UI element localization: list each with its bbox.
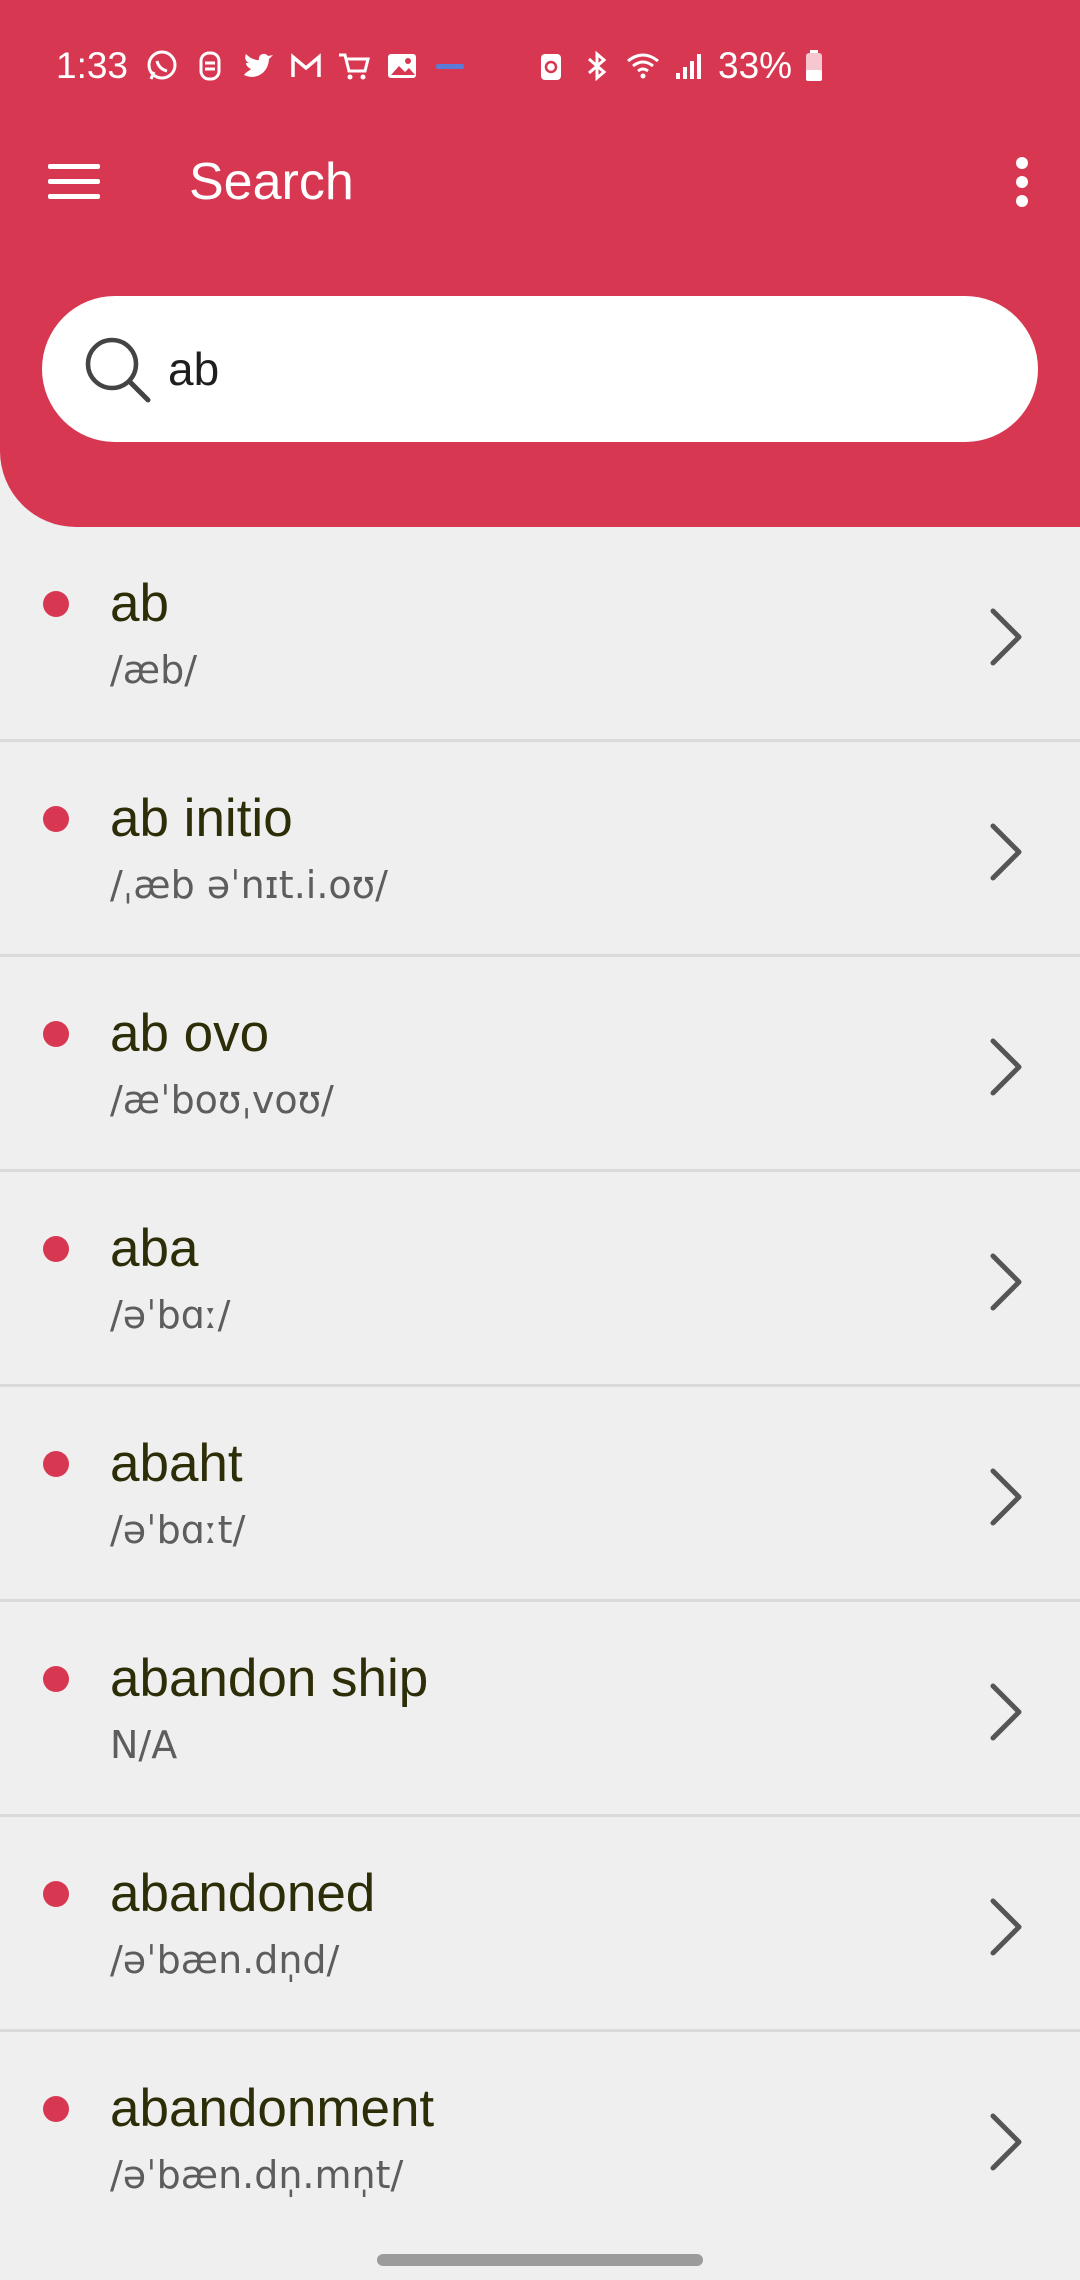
twitter-icon <box>244 53 273 77</box>
bullet-dot-icon <box>43 1666 69 1692</box>
bullet-dot-icon <box>43 1451 69 1477</box>
result-row[interactable]: ab initio/ˌæb əˈnɪt.i.oʊ/ <box>0 742 1080 957</box>
shopping-cart-icon <box>339 53 370 80</box>
result-row[interactable]: abandonment/əˈbæn.dn̩.mn̩t/ <box>0 2032 1080 2247</box>
gallery-icon <box>388 54 416 78</box>
chevron-right-icon <box>990 2113 1022 2171</box>
result-pronunciation: /əˈbæn.dn̩.mn̩t/ <box>110 2153 404 2197</box>
notification-icons <box>145 46 467 86</box>
bullet-dot-icon <box>43 591 69 617</box>
chevron-right-icon <box>990 1038 1022 1096</box>
result-row[interactable]: abandon ship N/A <box>0 1602 1080 1817</box>
status-time: 1:33 <box>56 45 129 86</box>
status-bar: 1:33 33% <box>0 0 1080 130</box>
battery-icon <box>806 50 823 81</box>
chevron-right-icon <box>990 608 1022 666</box>
results-list: ab/æb/ab initio/ˌæb əˈnɪt.i.oʊ/ab ovo/æˈ… <box>0 527 1080 2247</box>
signal-icon <box>676 54 701 79</box>
result-word: abandon ship <box>110 1649 429 1708</box>
hamburger-menu-icon[interactable] <box>44 152 104 212</box>
search-bar[interactable] <box>42 296 1038 442</box>
result-row[interactable]: abandoned/əˈbæn.dn̩d/ <box>0 1817 1080 2032</box>
app-header: 1:33 33% Search <box>0 0 1080 527</box>
battery-percentage: 33% <box>718 45 793 86</box>
search-input[interactable] <box>168 332 988 406</box>
bullet-dot-icon <box>43 1881 69 1907</box>
gmail-icon <box>291 53 321 77</box>
result-word: ab <box>110 574 169 633</box>
result-row[interactable]: ab/æb/ <box>0 527 1080 742</box>
page-title: Search <box>189 153 354 211</box>
result-word: aba <box>110 1219 199 1278</box>
search-icon <box>85 337 151 403</box>
result-pronunciation: /æb/ <box>110 648 198 692</box>
battery-saver-icon <box>541 54 561 80</box>
result-pronunciation: /əˈbɑːt/ <box>110 1508 246 1552</box>
result-word: abandonment <box>110 2079 435 2138</box>
chevron-right-icon <box>990 823 1022 881</box>
system-status-icons: 33% <box>534 44 824 88</box>
result-pronunciation: N/A <box>110 1723 178 1767</box>
result-word: ab initio <box>110 789 293 848</box>
bullet-dot-icon <box>43 1236 69 1262</box>
result-word: abandoned <box>110 1864 376 1923</box>
messenger-icon <box>199 51 221 81</box>
result-row[interactable]: aba/əˈbɑː/ <box>0 1172 1080 1387</box>
result-word: abaht <box>110 1434 243 1493</box>
result-pronunciation: /əˈbɑː/ <box>110 1293 231 1337</box>
whatsapp-icon <box>147 50 177 80</box>
bullet-dot-icon <box>43 806 69 832</box>
notification-dots-icon <box>436 64 464 69</box>
result-pronunciation: /əˈbæn.dn̩d/ <box>110 1938 340 1982</box>
result-word: ab ovo <box>110 1004 270 1063</box>
bullet-dot-icon <box>43 1021 69 1047</box>
result-pronunciation: /ˌæb əˈnɪt.i.oʊ/ <box>110 863 388 907</box>
result-row[interactable]: ab ovo/æˈboʊˌvoʊ/ <box>0 957 1080 1172</box>
chevron-right-icon <box>990 1253 1022 1311</box>
result-pronunciation: /æˈboʊˌvoʊ/ <box>110 1078 334 1122</box>
chevron-right-icon <box>990 1898 1022 1956</box>
bluetooth-icon <box>588 50 607 82</box>
bullet-dot-icon <box>43 2096 69 2122</box>
chevron-right-icon <box>990 1683 1022 1741</box>
more-vertical-icon[interactable] <box>1004 152 1040 212</box>
wifi-icon <box>627 53 659 79</box>
chevron-right-icon <box>990 1468 1022 1526</box>
home-gesture-handle[interactable] <box>377 2254 703 2266</box>
result-row[interactable]: abaht/əˈbɑːt/ <box>0 1387 1080 1602</box>
navigation-bar <box>0 2244 1080 2280</box>
